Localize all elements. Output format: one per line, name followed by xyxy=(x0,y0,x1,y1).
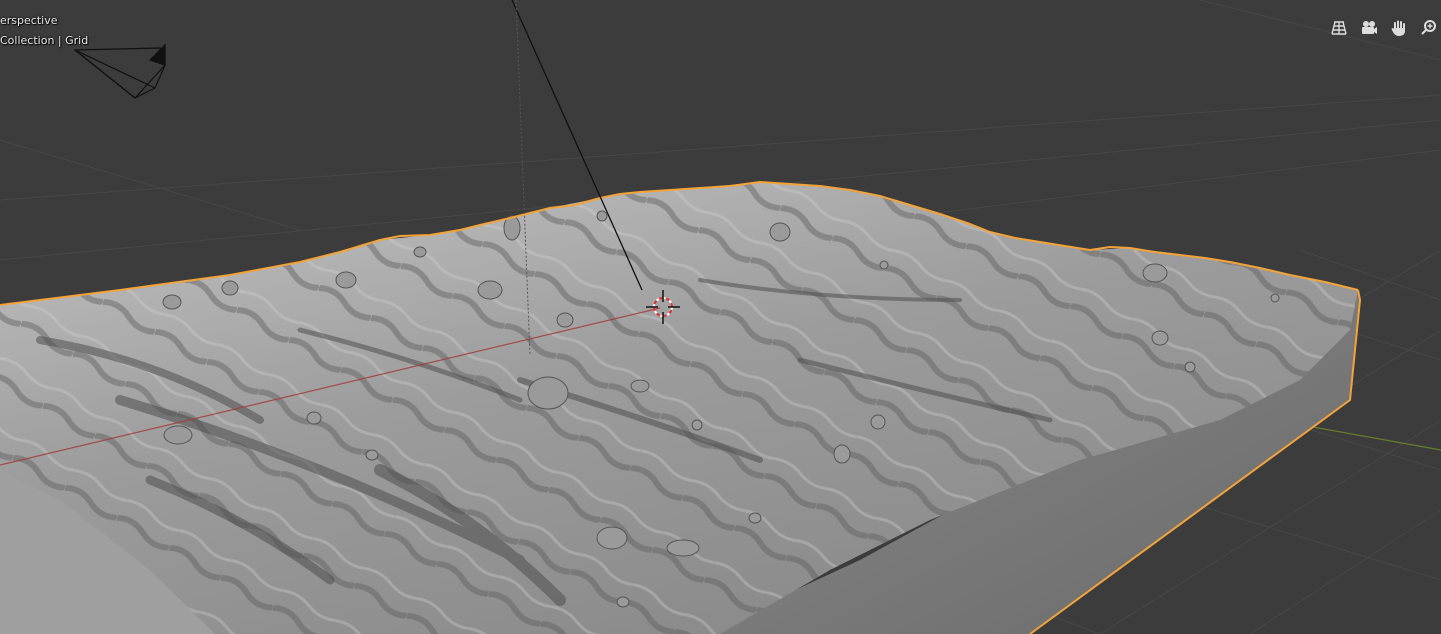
grid-perspective-icon[interactable] xyxy=(1327,16,1351,40)
view-name-label: erspective xyxy=(0,14,58,27)
scene-canvas[interactable] xyxy=(0,0,1441,634)
3d-viewport[interactable]: erspective Collection | Grid xyxy=(0,0,1441,634)
terrain-texture xyxy=(0,182,1358,634)
navigation-gizmos xyxy=(1327,16,1441,40)
camera-object[interactable] xyxy=(73,43,166,99)
camera-view-icon[interactable] xyxy=(1357,16,1381,40)
zoom-magnifier-icon[interactable] xyxy=(1417,16,1441,40)
hand-pan-icon[interactable] xyxy=(1387,16,1411,40)
object-info-label: Collection | Grid xyxy=(0,34,89,47)
